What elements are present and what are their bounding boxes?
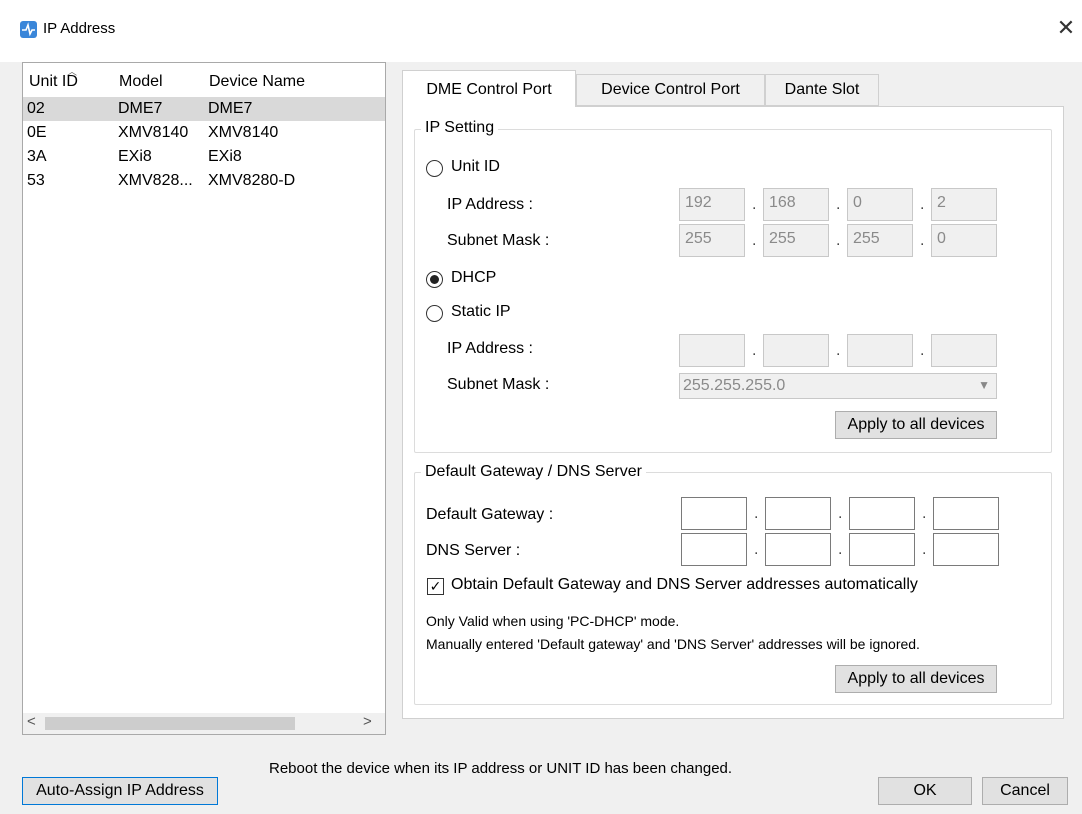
dhcp-option-label: DHCP [451, 269, 497, 286]
chevron-down-icon: ▼ [978, 378, 990, 392]
cell-device-name: DME7 [208, 100, 253, 117]
table-row[interactable]: 3A EXi8 EXi8 [23, 145, 385, 169]
scroll-left-icon[interactable]: < [27, 713, 36, 730]
unit-mask-octet-4: 0 [931, 224, 997, 257]
dot-separator: . [754, 505, 759, 522]
tab-dante-slot[interactable]: Dante Slot [765, 74, 879, 106]
ip-setting-title: IP Setting [421, 119, 499, 137]
cell-model: XMV828... [118, 172, 193, 189]
gateway-dns-title: Default Gateway / DNS Server [421, 463, 646, 481]
horizontal-scrollbar[interactable]: < > [23, 713, 385, 734]
gateway-octet-4[interactable] [933, 497, 999, 530]
cell-device-name: XMV8280-D [208, 172, 296, 189]
unit-mask-octet-2: 255 [763, 224, 829, 257]
table-row[interactable]: 53 XMV828... XMV8280-D [23, 169, 385, 193]
cell-unit-id: 53 [27, 172, 45, 189]
cell-model: EXi8 [118, 148, 152, 165]
cell-unit-id: 0E [27, 124, 47, 141]
subnet-mask-value: 255.255.255.0 [683, 377, 786, 394]
column-header-device-name[interactable]: Device Name [209, 73, 305, 91]
dot-separator: . [754, 541, 759, 558]
cell-unit-id: 02 [27, 100, 45, 117]
unit-ip-octet-3: 0 [847, 188, 913, 221]
dot-separator: . [920, 232, 925, 249]
static-subnet-mask-label: Subnet Mask : [447, 376, 550, 393]
dot-separator: . [752, 196, 757, 213]
device-list[interactable]: ︿ Unit ID Model Device Name 02 DME7 DME7… [22, 62, 386, 735]
static-ip-radio[interactable] [426, 305, 443, 322]
apply-gateway-button[interactable]: Apply to all devices [835, 665, 997, 693]
auto-assign-ip-button[interactable]: Auto-Assign IP Address [22, 777, 218, 805]
static-ip-octet-1[interactable] [679, 334, 745, 367]
dot-separator: . [838, 505, 843, 522]
static-ip-address-label: IP Address : [447, 340, 533, 357]
dot-separator: . [836, 342, 841, 359]
unit-ip-octet-1: 192 [679, 188, 745, 221]
list-header: ︿ Unit ID Model Device Name [23, 63, 385, 95]
unit-mask-octet-1: 255 [679, 224, 745, 257]
dhcp-radio[interactable] [426, 271, 443, 288]
column-header-unit-id[interactable]: Unit ID [29, 73, 78, 91]
unit-id-radio[interactable] [426, 160, 443, 177]
static-ip-option-label: Static IP [451, 303, 511, 320]
dns-octet-4[interactable] [933, 533, 999, 566]
cell-model: DME7 [118, 100, 163, 117]
subnet-mask-dropdown[interactable]: 255.255.255.0 ▼ [679, 373, 997, 399]
unit-ip-octet-4: 2 [931, 188, 997, 221]
table-row[interactable]: 0E XMV8140 XMV8140 [23, 121, 385, 145]
dot-separator: . [836, 232, 841, 249]
dns-octet-1[interactable] [681, 533, 747, 566]
static-ip-octet-2[interactable] [763, 334, 829, 367]
dot-separator: . [922, 505, 927, 522]
column-header-model[interactable]: Model [119, 73, 163, 91]
gateway-octet-2[interactable] [765, 497, 831, 530]
dot-separator: . [838, 541, 843, 558]
close-icon[interactable]: ✕ [1052, 14, 1080, 42]
ip-setting-group [414, 129, 1052, 453]
unit-id-option-label: Unit ID [451, 158, 500, 175]
scroll-right-icon[interactable]: > [363, 713, 372, 730]
cell-unit-id: 3A [27, 148, 47, 165]
auto-gateway-checkbox[interactable]: ✓ [427, 578, 444, 595]
unit-subnet-mask-label: Subnet Mask : [447, 232, 550, 249]
window-title: IP Address [43, 20, 116, 37]
dns-octet-3[interactable] [849, 533, 915, 566]
pc-dhcp-note: Only Valid when using 'PC-DHCP' mode. [426, 613, 680, 629]
dot-separator: . [922, 541, 927, 558]
auto-gateway-label: Obtain Default Gateway and DNS Server ad… [451, 576, 918, 593]
gateway-octet-1[interactable] [681, 497, 747, 530]
reboot-note: Reboot the device when its IP address or… [269, 760, 733, 777]
tab-dme-control-port[interactable]: DME Control Port [402, 70, 576, 107]
dot-separator: . [752, 232, 757, 249]
tab-device-control-port[interactable]: Device Control Port [576, 74, 765, 106]
dns-octet-2[interactable] [765, 533, 831, 566]
dot-separator: . [920, 342, 925, 359]
unit-mask-octet-3: 255 [847, 224, 913, 257]
unit-ip-octet-2: 168 [763, 188, 829, 221]
cell-device-name: XMV8140 [208, 124, 279, 141]
cell-model: XMV8140 [118, 124, 189, 141]
static-ip-octet-4[interactable] [931, 334, 997, 367]
unit-ip-address-label: IP Address : [447, 196, 533, 213]
gateway-octet-3[interactable] [849, 497, 915, 530]
static-ip-octet-3[interactable] [847, 334, 913, 367]
scroll-thumb[interactable] [45, 717, 295, 730]
app-icon [20, 21, 37, 38]
manual-ignore-note: Manually entered 'Default gateway' and '… [426, 636, 920, 652]
dot-separator: . [836, 196, 841, 213]
cancel-button[interactable]: Cancel [982, 777, 1068, 805]
title-bar: IP Address ✕ [0, 0, 1082, 62]
dns-server-label: DNS Server : [426, 542, 521, 559]
default-gateway-label: Default Gateway : [426, 506, 554, 523]
ok-button[interactable]: OK [878, 777, 972, 805]
cell-device-name: EXi8 [208, 148, 242, 165]
dot-separator: . [920, 196, 925, 213]
apply-ip-setting-button[interactable]: Apply to all devices [835, 411, 997, 439]
table-row[interactable]: 02 DME7 DME7 [23, 97, 385, 121]
dot-separator: . [752, 342, 757, 359]
